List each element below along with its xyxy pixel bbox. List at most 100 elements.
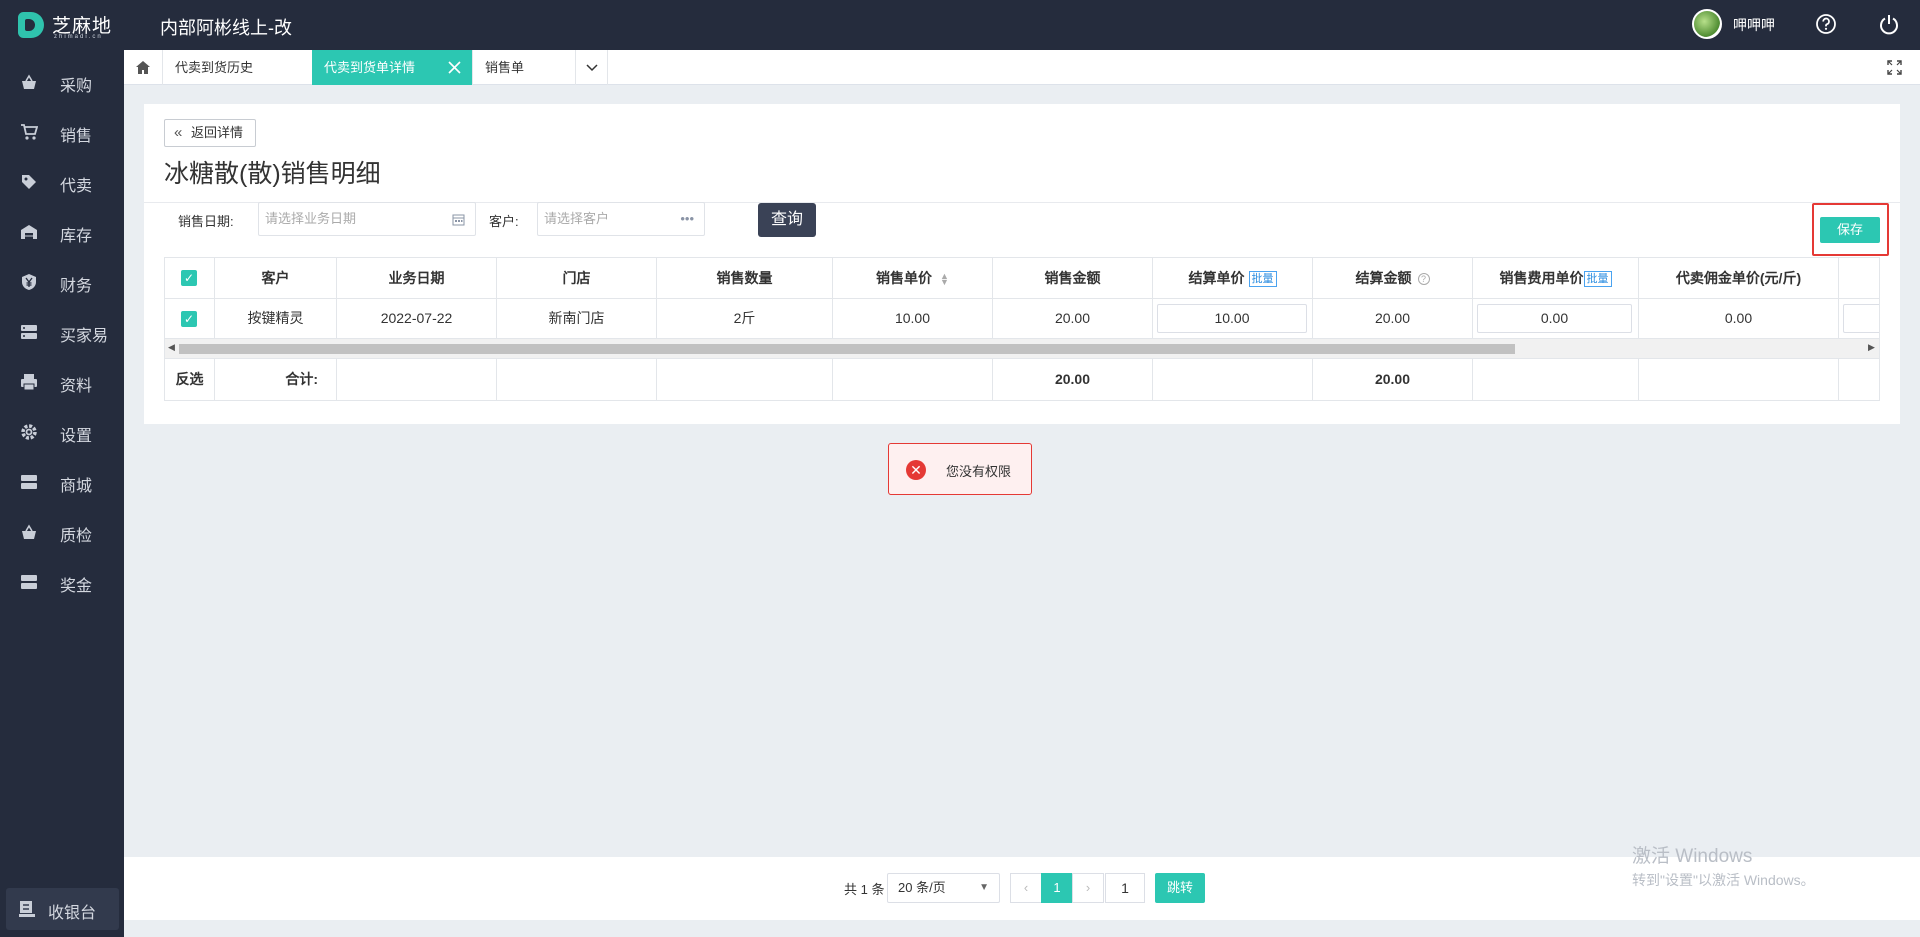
username[interactable]: 呷呷呷 <box>1733 15 1775 35</box>
prev-page-button[interactable]: ‹ <box>1010 873 1042 903</box>
sidebar-item-purchase[interactable]: 采购 <box>0 57 124 107</box>
cell-settle-amount: 20.00 <box>1313 299 1473 338</box>
select-all-cell: ✓ <box>165 258 215 298</box>
sidebar-item-consignment[interactable]: 代卖 <box>0 157 124 207</box>
select-all-checkbox[interactable]: ✓ <box>181 270 197 286</box>
sidebar-item-mall[interactable]: 商城 <box>0 457 124 507</box>
sidebar-item-finance[interactable]: 财务 <box>0 257 124 307</box>
jump-button[interactable]: 跳转 <box>1155 873 1205 903</box>
sort-icon[interactable]: ▲ ▼ <box>940 272 949 287</box>
fullscreen-icon[interactable] <box>1887 60 1902 75</box>
tab-arrival-history[interactable]: 代卖到货历史 <box>163 50 313 85</box>
chevron-right-icon: › <box>1085 880 1091 895</box>
tab-label: 销售单 <box>485 60 525 75</box>
sidebar: 采购 销售 代卖 库存 财务 买家易 资料 设置 商城 质检 奖金 收银台 <box>0 50 124 937</box>
yen-icon <box>22 274 36 290</box>
query-button[interactable]: 查询 <box>758 203 816 237</box>
cell-amount: 20.00 <box>993 299 1153 338</box>
jump-page-input[interactable]: 1 <box>1105 873 1145 903</box>
row-checkbox[interactable]: ✓ <box>181 311 197 327</box>
close-icon[interactable] <box>448 61 461 74</box>
question-icon[interactable]: ? <box>1417 273 1430 286</box>
logo-mark-icon <box>18 12 44 38</box>
header-date: 业务日期 <box>337 258 497 298</box>
more-icon: ••• <box>680 211 694 226</box>
batch-fee-price-button[interactable]: 批量 <box>1583 271 1612 288</box>
customer-filter-input[interactable]: 请选择客户 ••• <box>537 202 705 236</box>
page-number-button[interactable]: 1 <box>1041 873 1073 903</box>
header-store: 门店 <box>497 258 657 298</box>
cell-store: 新南门店 <box>497 299 657 338</box>
date-filter-input[interactable]: 请选择业务日期 <box>258 202 476 236</box>
scroll-left-icon[interactable]: ◀ <box>168 342 175 353</box>
pagination-total: 共 1 条 <box>844 882 885 897</box>
cell-date: 2022-07-22 <box>337 299 497 338</box>
settle-price-input[interactable]: 10.00 <box>1157 304 1307 333</box>
customer-filter-placeholder: 请选择客户 <box>544 211 610 226</box>
invert-selection-button[interactable]: 反选 <box>165 359 215 400</box>
next-page-button[interactable]: › <box>1072 873 1104 903</box>
batch-settle-price-button[interactable]: 批量 <box>1248 271 1277 288</box>
scrollbar-thumb[interactable] <box>179 344 1515 354</box>
sidebar-item-bonus[interactable]: 奖金 <box>0 557 124 607</box>
store-icon <box>21 325 37 339</box>
caret-down-icon: ▼ <box>979 882 989 893</box>
footer-empty <box>657 359 833 400</box>
sidebar-item-label: 质检 <box>60 528 93 545</box>
power-icon[interactable] <box>1877 13 1901 37</box>
date-filter-label: 销售日期: <box>178 214 234 229</box>
more-input[interactable] <box>1843 304 1879 333</box>
cashier-button[interactable]: 收银台 <box>6 888 119 930</box>
sidebar-item-label: 设置 <box>60 428 93 445</box>
sidebar-item-buyer[interactable]: 买家易 <box>0 307 124 357</box>
tab-arrival-detail[interactable]: 代卖到货单详情 <box>312 50 473 85</box>
horizontal-scrollbar[interactable]: ◀ ▶ <box>165 339 1879 358</box>
tabs-dropdown[interactable] <box>576 50 608 85</box>
top-bar: 芝麻地 zhimadi.cn 内部阿彬线上-改 呷呷呷 <box>0 0 1920 50</box>
content-panel: « 返回详情 冰糖散(散)销售明细 销售日期: 请选择业务日期 客户: 请选择客… <box>144 104 1900 424</box>
tabs-bar: 代卖到货历史 代卖到货单详情 销售单 <box>124 50 1920 85</box>
tab-sales-order[interactable]: 销售单 <box>473 50 576 85</box>
sidebar-item-data[interactable]: 资料 <box>0 357 124 407</box>
sidebar-item-label: 买家易 <box>60 328 109 345</box>
windows-activation-watermark: 激活 Windows 转到"设置"以激活 Windows。 <box>1632 841 1815 890</box>
header-fee-price-cell: 销售费用单价 批量 <box>1473 258 1639 298</box>
sidebar-item-label: 库存 <box>60 228 93 245</box>
tag-icon <box>22 175 36 189</box>
help-icon[interactable] <box>1814 13 1838 37</box>
bonus-icon <box>21 575 37 589</box>
header-settle-price: 结算单价 <box>1188 270 1245 286</box>
header-more <box>1839 258 1879 298</box>
footer-empty <box>1473 359 1639 400</box>
header-fee-price: 销售费用单价 <box>1499 270 1584 286</box>
chevron-left-icon: ‹ <box>1023 880 1029 895</box>
cell-more <box>1839 299 1879 338</box>
avatar[interactable] <box>1692 9 1722 39</box>
home-icon <box>136 61 150 74</box>
save-button[interactable]: 保存 <box>1820 217 1880 243</box>
chevron-down-icon <box>586 64 598 72</box>
back-button[interactable]: « 返回详情 <box>164 119 256 147</box>
footer-total-label: 合计: <box>215 359 337 400</box>
page-title: 冰糖散(散)销售明细 <box>164 160 381 188</box>
sidebar-item-quality[interactable]: 质检 <box>0 507 124 557</box>
footer-empty <box>497 359 657 400</box>
double-chevron-left-icon: « <box>174 124 183 141</box>
sidebar-item-sales[interactable]: 销售 <box>0 107 124 157</box>
scroll-right-icon[interactable]: ▶ <box>1868 342 1875 353</box>
header-customer: 客户 <box>215 258 337 298</box>
basket-icon <box>22 74 36 89</box>
header-commission: 代卖佣金单价(元/斤) <box>1639 258 1839 298</box>
logo: 芝麻地 zhimadi.cn <box>18 10 128 40</box>
basket-icon <box>22 524 36 539</box>
cell-customer: 按键精灵 <box>215 299 337 338</box>
sidebar-item-settings[interactable]: 设置 <box>0 407 124 457</box>
header-unit-price-cell[interactable]: 销售单价 ▲ ▼ <box>833 258 993 298</box>
header-amount: 销售金额 <box>993 258 1153 298</box>
sidebar-item-inventory[interactable]: 库存 <box>0 207 124 257</box>
date-filter-placeholder: 请选择业务日期 <box>265 211 357 226</box>
page-size-select[interactable]: 20 条/页 ▼ <box>887 873 1000 903</box>
cell-unit-price: 10.00 <box>833 299 993 338</box>
fee-price-input[interactable]: 0.00 <box>1477 304 1632 333</box>
home-tab[interactable] <box>124 50 163 85</box>
